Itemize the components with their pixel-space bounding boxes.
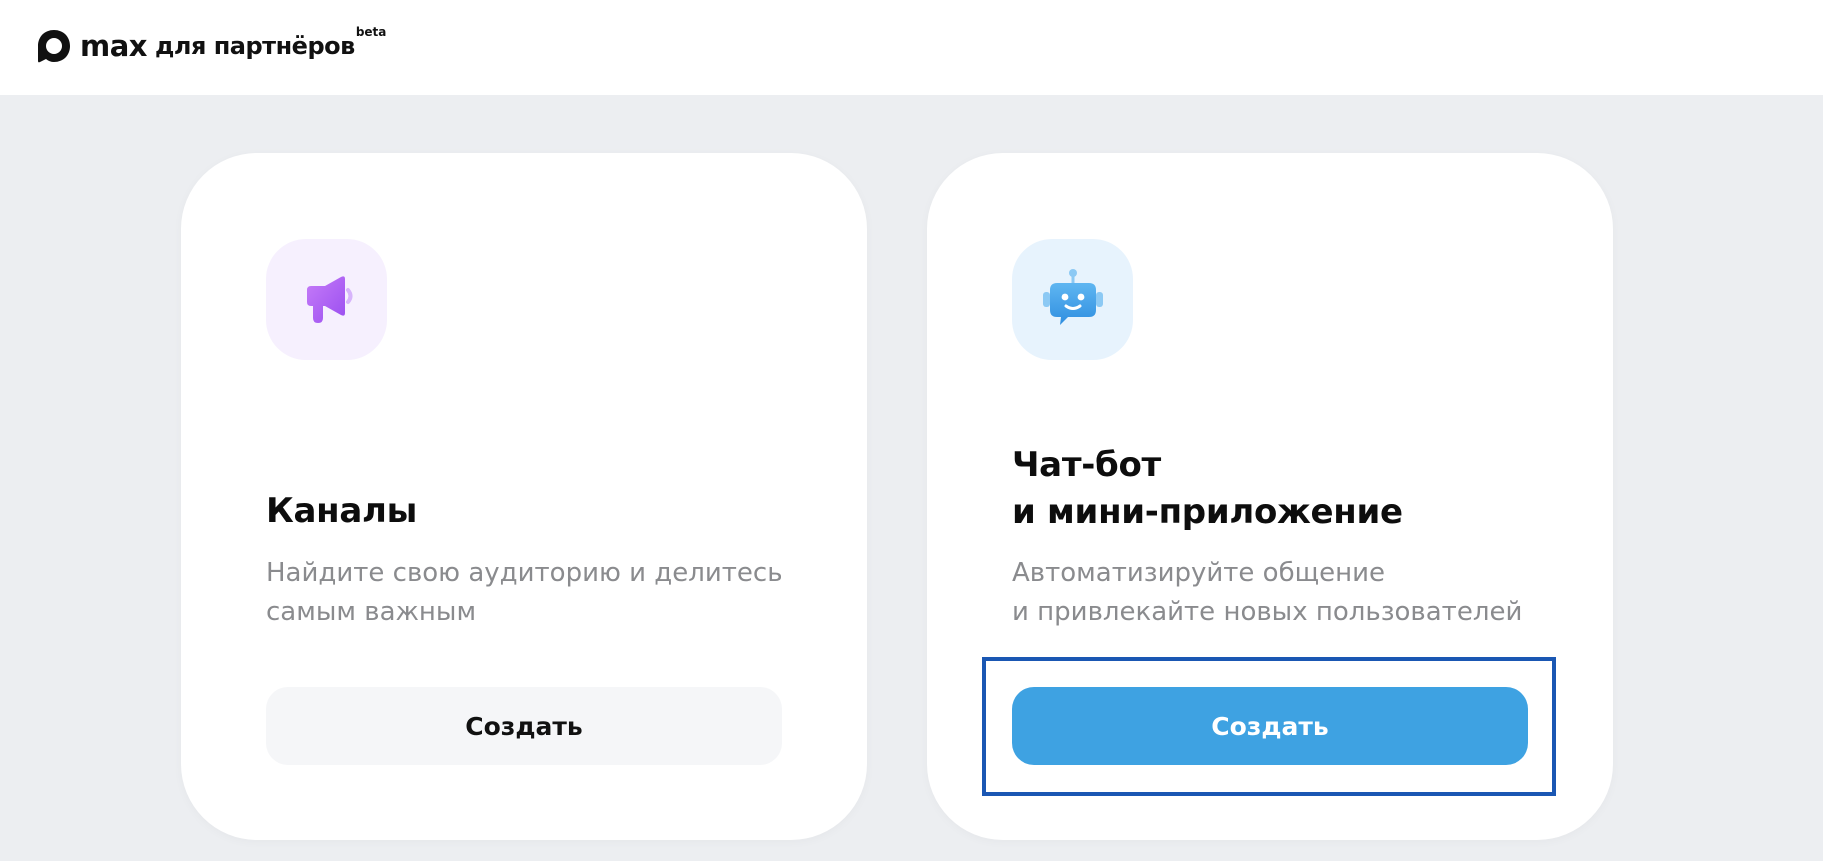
logo-subtitle: для партнёров — [155, 32, 355, 60]
channels-card: Каналы Найдите свою аудиторию и делитесь… — [181, 153, 867, 840]
channels-desc-line-2: самым важным — [266, 597, 477, 627]
channels-desc-line-1: Найдите свою аудиторию и делитесь — [266, 558, 783, 588]
chatbot-icon-tile — [1012, 239, 1133, 360]
logo-wordmark: max — [80, 29, 148, 63]
chatbot-card-description: Автоматизируйте общение и привлекайте но… — [1012, 554, 1552, 632]
top-header: max для партнёров beta — [0, 0, 1823, 95]
chatbot-title-line-2: и мини-приложение — [1012, 492, 1403, 532]
chatbot-desc-line-2: и привлекайте новых пользователей — [1012, 597, 1523, 627]
max-partners-logo[interactable]: max для партнёров beta — [36, 24, 386, 68]
create-channel-button[interactable]: Создать — [266, 687, 782, 765]
create-chatbot-button[interactable]: Создать — [1012, 687, 1528, 765]
max-logo-icon — [38, 30, 70, 63]
channels-card-description: Найдите свою аудиторию и делитесь самым … — [266, 554, 806, 632]
channels-icon-tile — [266, 239, 387, 360]
chatbot-title-line-1: Чат-бот — [1012, 445, 1161, 485]
chatbot-icon — [1042, 268, 1103, 325]
chatbot-card-title: Чат-бот и мини-приложение — [1012, 442, 1403, 536]
megaphone-icon — [306, 275, 352, 323]
chatbot-card: Чат-бот и мини-приложение Автоматизируйт… — [927, 153, 1613, 840]
beta-badge: beta — [355, 25, 387, 39]
channels-card-title: Каналы — [266, 488, 417, 535]
channels-title-line-1: Каналы — [266, 491, 418, 531]
chatbot-desc-line-1: Автоматизируйте общение — [1012, 558, 1385, 588]
